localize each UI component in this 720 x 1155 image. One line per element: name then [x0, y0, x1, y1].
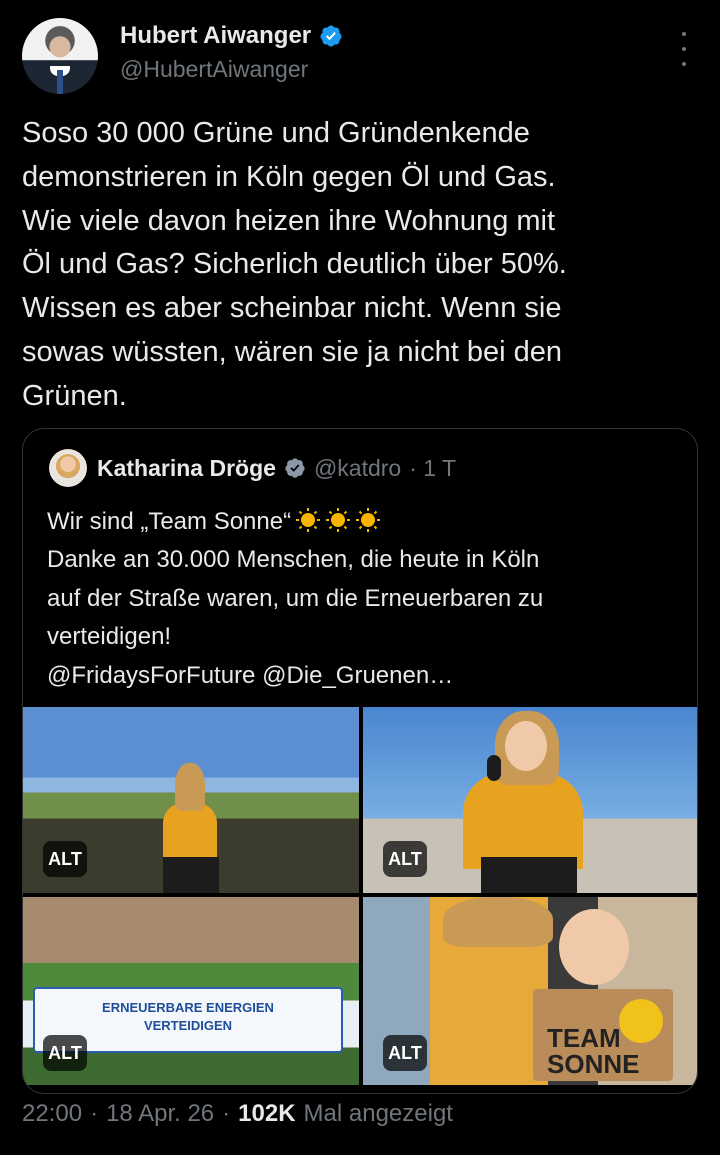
alt-badge[interactable]: ALT — [43, 1035, 87, 1071]
tweet-text: Soso 30 000 Grüne und Gründenkende demon… — [22, 117, 567, 412]
quote-header: Katharina Dröge @katdro · 1 T — [49, 449, 456, 487]
view-label: Mal angezeigt — [303, 1100, 453, 1127]
photo-grid: ALT ALT ERNEUERBARE ENERGIEN VERTEIDIGEN… — [23, 707, 697, 1085]
sun-icon — [296, 508, 321, 532]
quoted-tweet[interactable]: Katharina Dröge @katdro · 1 T Wir sind „… — [22, 428, 698, 1094]
view-count: 102K — [238, 1100, 296, 1127]
tweet-date[interactable]: 18 Apr. 26 — [106, 1100, 214, 1128]
banner-text: ERNEUERBARE ENERGIEN VERTEIDIGEN — [102, 1000, 274, 1033]
team-sonne-sign: TEAM SONNE — [533, 989, 673, 1081]
quote-body: Danke an 30.000 Menschen, die heute in K… — [47, 546, 544, 689]
quote-avatar[interactable] — [49, 449, 87, 487]
meta-separator: · — [222, 1100, 231, 1127]
photo-1[interactable]: ALT — [23, 707, 359, 893]
sign-text: TEAM SONNE — [547, 1023, 640, 1079]
person-face — [559, 909, 629, 985]
speaker-hair — [175, 763, 205, 811]
alt-badge[interactable]: ALT — [43, 841, 87, 877]
author-handle[interactable]: @HubertAiwanger — [120, 56, 308, 83]
meta-separator: · — [90, 1100, 99, 1127]
alt-badge[interactable]: ALT — [383, 1035, 427, 1071]
avatar-tie — [57, 70, 63, 94]
quote-line-1: Wir sind „Team Sonne“ — [47, 508, 292, 535]
person-hair — [443, 897, 553, 947]
sun-icon — [356, 508, 381, 532]
tweet-meta: 22:00 · 18 Apr. 26 · 102K Mal angezeigt — [22, 1100, 453, 1128]
author-avatar[interactable] — [22, 18, 98, 94]
microphone — [487, 755, 501, 781]
speaker-back — [163, 803, 217, 863]
tweet-header: Hubert Aiwanger @HubertAiwanger — [22, 18, 698, 94]
more-icon[interactable] — [678, 32, 690, 66]
alt-badge[interactable]: ALT — [383, 841, 427, 877]
sun-icon — [326, 508, 351, 532]
speaker-face — [505, 721, 547, 771]
quote-author-handle[interactable]: @katdro — [314, 455, 401, 482]
quote-text: Wir sind „Team Sonne“ Danke an 30.000 Me… — [47, 503, 687, 695]
verified-icon — [320, 25, 342, 47]
speaker-shirt — [463, 773, 583, 869]
author-name[interactable]: Hubert Aiwanger — [120, 22, 311, 50]
tweet-time[interactable]: 22:00 — [22, 1100, 82, 1128]
photo-4[interactable]: TEAM SONNE ALT — [363, 897, 697, 1085]
quote-author-name[interactable]: Katharina Dröge — [97, 455, 276, 482]
photo-2[interactable]: ALT — [363, 707, 697, 893]
quote-time: · 1 T — [409, 454, 457, 481]
photo-3[interactable]: ERNEUERBARE ENERGIEN VERTEIDIGEN ALT — [23, 897, 359, 1085]
speaker-skirt — [163, 857, 219, 893]
speaker-skirt — [481, 857, 577, 893]
author-name-row: Hubert Aiwanger — [120, 22, 343, 50]
verified-icon — [285, 458, 305, 478]
